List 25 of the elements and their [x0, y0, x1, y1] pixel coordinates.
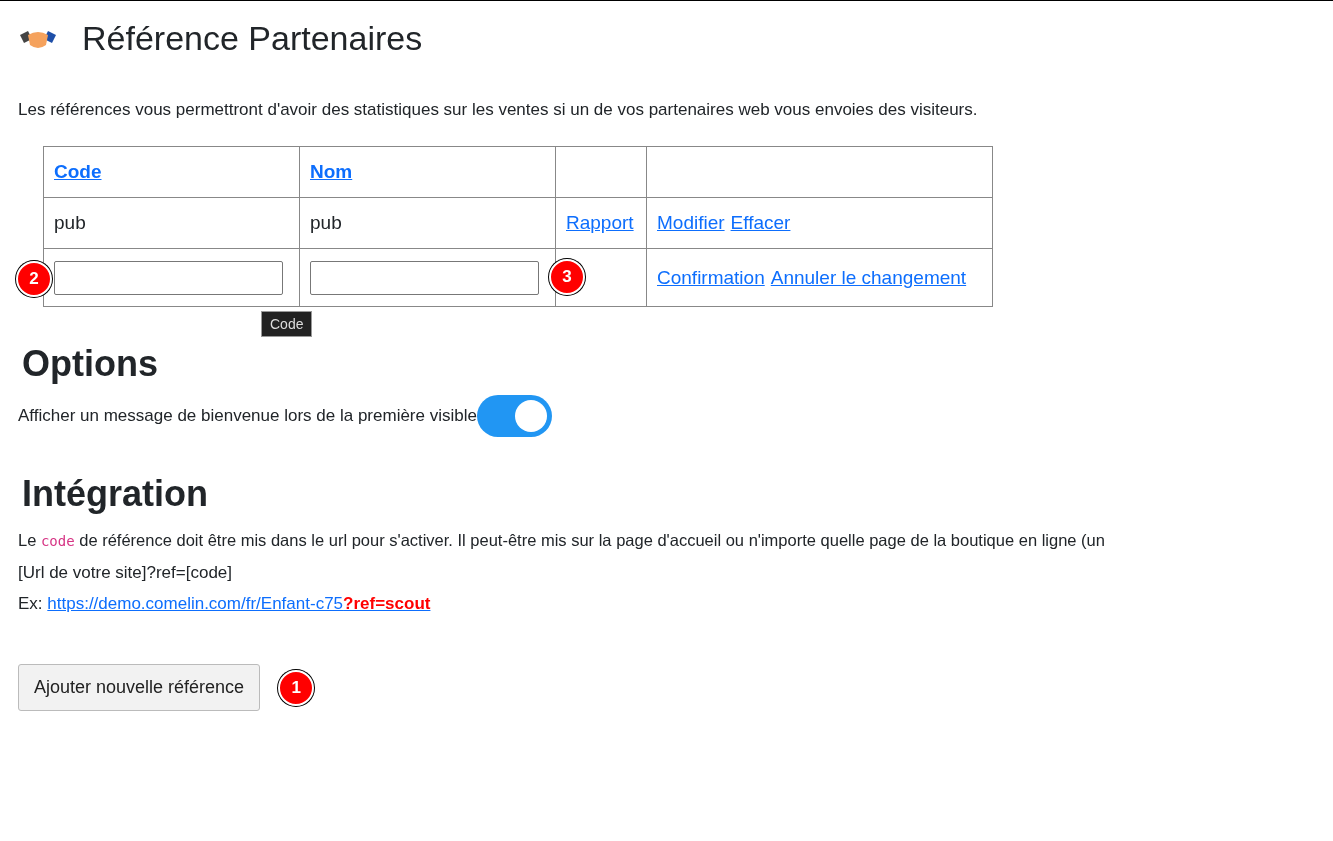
table-cell: pub — [54, 212, 86, 233]
page-title: Référence Partenaires — [82, 19, 423, 58]
action-link[interactable]: Modifier — [657, 212, 725, 234]
intro-text: Les références vous permettront d'avoir des statistiques sur les ventes si un de vos partenaires web vous envoies des visiteurs. — [18, 100, 979, 120]
option-label: Afficher un message de bienvenue lors de la première visible — [18, 406, 477, 426]
table-cell: pub — [310, 212, 342, 233]
add-reference-button[interactable]: Ajouter nouvelle référence — [18, 664, 261, 711]
action-link[interactable]: Annuler le changement — [770, 266, 967, 289]
step-badge: 1 — [278, 669, 315, 706]
code-input-field[interactable] — [54, 260, 283, 295]
example-link[interactable]: https://demo.comelin.com/fr/Enfant-c75?ref=scout — [47, 594, 431, 613]
tooltip: Code — [261, 311, 313, 337]
toggle-switch[interactable] — [476, 395, 552, 437]
column-header-link[interactable]: Nom — [310, 161, 353, 182]
example-label: Ex: — [18, 594, 43, 613]
url-pattern: [Url de votre site]?ref=[code] — [18, 562, 234, 584]
step-badge: 3 — [549, 259, 585, 295]
column-header-link[interactable]: Code — [54, 161, 102, 182]
section-heading: Intégration — [22, 473, 209, 515]
integration-text: Le code de référence doit être mis dans le url pour s'activer. Il peut-être mis sur la page d'accueil ou n'importe quelle page de la boutique en ligne (un — [18, 530, 1106, 551]
section-heading: Options — [22, 343, 159, 385]
name-input-field[interactable] — [310, 260, 539, 295]
step-badge: 2 — [16, 261, 52, 297]
action-link[interactable]: Effacer — [730, 212, 791, 234]
action-link[interactable]: Confirmation — [657, 266, 765, 289]
